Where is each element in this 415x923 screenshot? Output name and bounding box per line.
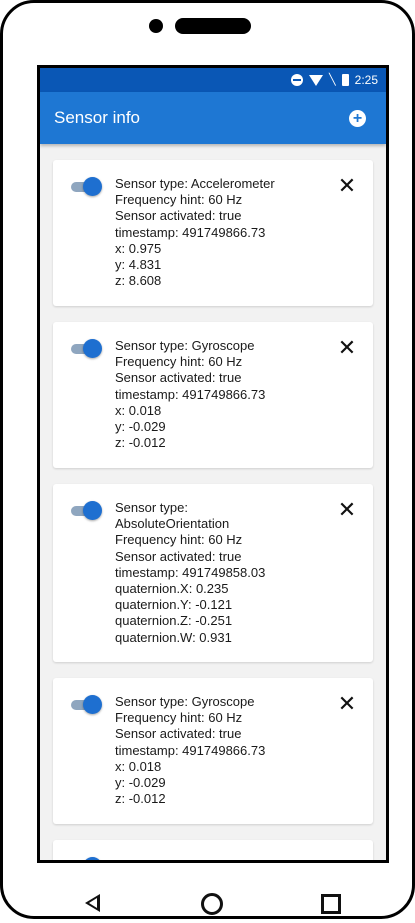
x-value: x: 0.018 <box>115 758 162 774</box>
activated-label: Sensor activated: true <box>115 726 242 742</box>
sensor-card: Sensor type: Accelerometer Frequency hin… <box>53 160 373 306</box>
x-value: x: 0.975 <box>115 240 162 256</box>
y-value: y: -0.029 <box>115 419 166 435</box>
sensor-type-value: AbsoluteOrientation <box>115 516 230 532</box>
activated-label: Sensor activated: true <box>115 370 242 386</box>
frequency-hint-label: Frequency hint: 60 Hz <box>115 532 243 548</box>
sensor-card: Sensor type: AbsoluteOrientation Frequen… <box>53 484 373 662</box>
switch-thumb <box>83 695 102 714</box>
back-icon[interactable] <box>85 894 100 912</box>
close-icon[interactable]: ✕ <box>335 498 359 522</box>
close-icon[interactable]: ✕ <box>335 692 359 716</box>
sensor-toggle-switch[interactable] <box>71 176 102 198</box>
y-value: y: -0.029 <box>115 775 166 791</box>
sensor-card <box>53 840 373 863</box>
switch-track <box>71 862 97 863</box>
activated-label: Sensor activated: true <box>115 548 242 564</box>
y-value: y: 4.831 <box>115 257 162 273</box>
close-icon[interactable]: ✕ <box>335 174 359 198</box>
activated-label: Sensor activated: true <box>115 208 242 224</box>
phone-frame: ╲ 2:25 Sensor info + Sensor type: Accele… <box>0 0 415 919</box>
timestamp-label: timestamp: 491749866.73 <box>115 742 266 758</box>
sensor-type-label: Sensor type: Gyroscope <box>115 694 255 709</box>
sensor-card: Sensor type: Gyroscope Frequency hint: 6… <box>53 322 373 468</box>
status-time: 2:25 <box>354 73 378 87</box>
quaternion-x-value: quaternion.X: 0.235 <box>115 581 229 597</box>
sensor-toggle-switch[interactable] <box>71 500 102 522</box>
quaternion-y-value: quaternion.Y: -0.121 <box>115 597 233 613</box>
switch-thumb <box>83 177 102 196</box>
sensor-toggle-switch[interactable] <box>71 694 102 716</box>
page-title: Sensor info <box>54 108 140 127</box>
wifi-icon <box>309 74 324 86</box>
front-camera <box>149 19 163 33</box>
system-nav-bar <box>3 883 415 923</box>
quaternion-z-value: quaternion.Z: -0.251 <box>115 613 233 629</box>
frequency-hint-label: Frequency hint: 60 Hz <box>115 354 243 370</box>
do-not-disturb-icon <box>291 74 304 86</box>
sensor-readout: Sensor type: Gyroscope Frequency hint: 6… <box>115 338 321 451</box>
timestamp-label: timestamp: 491749866.73 <box>115 224 266 240</box>
home-icon[interactable] <box>201 893 223 915</box>
switch-thumb <box>83 501 102 520</box>
sensor-readout: Sensor type: Gyroscope Frequency hint: 6… <box>115 694 321 807</box>
switch-thumb <box>83 857 102 860</box>
sensor-readout: Sensor type: Accelerometer Frequency hin… <box>115 176 321 289</box>
no-signal-icon: ╲ <box>329 74 336 86</box>
close-icon[interactable]: ✕ <box>335 336 359 360</box>
switch-thumb <box>83 339 102 358</box>
z-value: z: -0.012 <box>115 791 166 807</box>
frequency-hint-label: Frequency hint: 60 Hz <box>115 710 243 726</box>
status-bar: ╲ 2:25 <box>40 68 386 92</box>
timestamp-label: timestamp: 491749858.03 <box>115 564 266 580</box>
sensor-card: Sensor type: Gyroscope Frequency hint: 6… <box>53 678 373 824</box>
quaternion-w-value: quaternion.W: 0.931 <box>115 629 232 645</box>
sensor-type-label: Sensor type: <box>115 500 188 515</box>
battery-icon <box>341 74 349 86</box>
z-value: z: -0.012 <box>115 435 166 451</box>
z-value: z: 8.608 <box>115 273 162 289</box>
sensor-readout: Sensor type: AbsoluteOrientation Frequen… <box>115 500 321 662</box>
screen: ╲ 2:25 Sensor info + Sensor type: Accele… <box>37 65 389 863</box>
add-circle-icon[interactable]: + <box>349 109 366 127</box>
sensor-type-label: Sensor type: Gyroscope <box>115 338 255 353</box>
sensor-type-label: Sensor type: Accelerometer <box>115 176 275 191</box>
x-value: x: 0.018 <box>115 402 162 418</box>
sensor-toggle-switch[interactable] <box>71 856 102 863</box>
timestamp-label: timestamp: 491749866.73 <box>115 386 266 402</box>
sensor-toggle-switch[interactable] <box>71 338 102 360</box>
frequency-hint-label: Frequency hint: 60 Hz <box>115 192 243 208</box>
app-toolbar: Sensor info + <box>40 92 386 144</box>
recent-apps-icon[interactable] <box>321 894 341 914</box>
earpiece-speaker <box>175 18 251 34</box>
